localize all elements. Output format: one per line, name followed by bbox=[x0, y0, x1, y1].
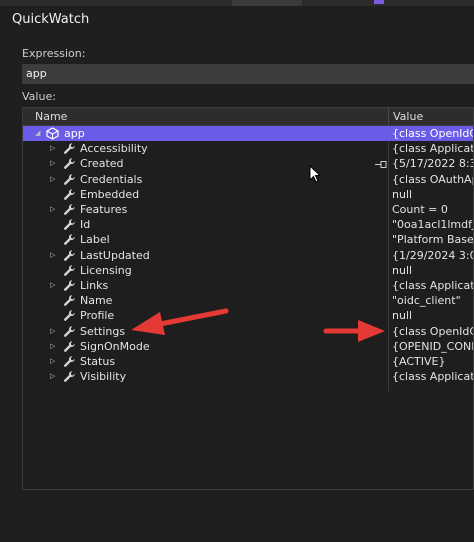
annotation-arrows bbox=[131, 308, 385, 342]
annotation-arrow-right bbox=[323, 320, 385, 342]
annotation-arrow-left bbox=[131, 308, 229, 335]
